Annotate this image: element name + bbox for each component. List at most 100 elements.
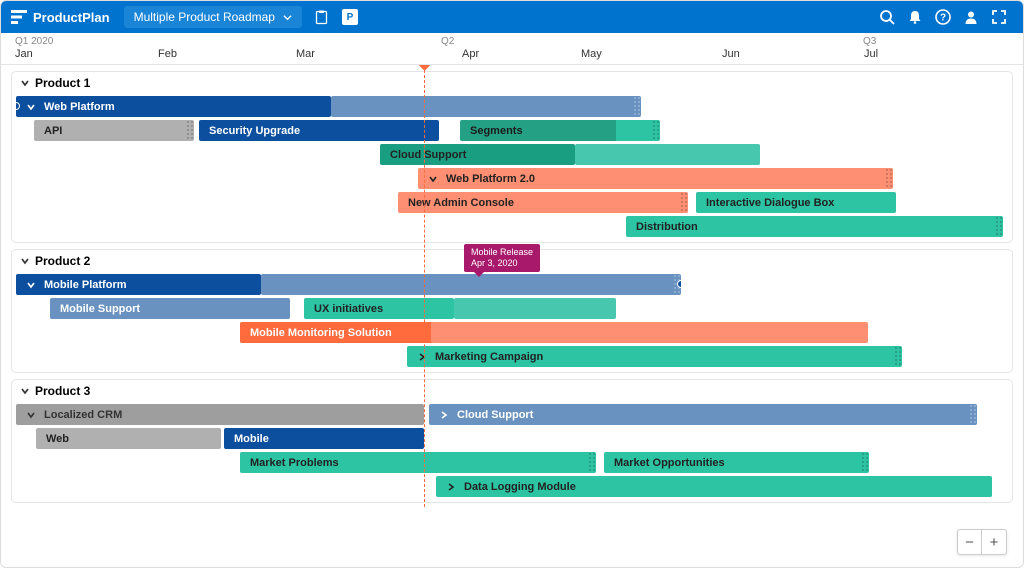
roadmap-bar[interactable]: Security Upgrade bbox=[199, 120, 439, 141]
roadmap-bar[interactable] bbox=[261, 274, 681, 295]
account-button[interactable] bbox=[957, 3, 985, 31]
bar-label: Market Opportunities bbox=[614, 457, 725, 469]
month-label: Jan bbox=[15, 48, 33, 60]
timeline-row: Web Platform bbox=[12, 96, 1012, 118]
timeline-row: Web Mobile bbox=[12, 428, 1012, 450]
bar-label: Web Platform bbox=[44, 101, 115, 113]
bar-label: Mobile bbox=[234, 433, 269, 445]
timeline-row: Market Problems Market Opportunities bbox=[12, 452, 1012, 474]
timeline-row: Mobile Platform bbox=[12, 274, 1012, 296]
lane-header[interactable]: Product 1 bbox=[12, 72, 1012, 94]
timeline-row: Mobile Support UX initiatives bbox=[12, 298, 1012, 320]
resize-grip-icon[interactable] bbox=[186, 120, 194, 141]
lane-title: Product 1 bbox=[35, 76, 90, 90]
timeline-row: Distribution bbox=[12, 216, 1012, 238]
roadmap-bar[interactable]: UX initiatives bbox=[304, 298, 454, 319]
bar-label: Interactive Dialogue Box bbox=[706, 197, 834, 209]
roadmap-bar[interactable]: API bbox=[34, 120, 194, 141]
chevron-down-icon bbox=[20, 78, 30, 88]
roadmap-bar[interactable]: Web bbox=[36, 428, 221, 449]
user-icon bbox=[963, 9, 979, 25]
link-handle-icon[interactable] bbox=[16, 102, 20, 110]
roadmap-bar[interactable]: Marketing Campaign bbox=[407, 346, 902, 367]
resize-grip-icon[interactable] bbox=[633, 96, 641, 117]
roadmap-bar[interactable]: Cloud Support bbox=[380, 144, 575, 165]
bar-label: Security Upgrade bbox=[209, 125, 300, 137]
parking-lot-button[interactable]: P bbox=[342, 9, 358, 25]
resize-grip-icon[interactable] bbox=[885, 168, 893, 189]
timeline-row: Localized CRMCloud Support bbox=[12, 404, 1012, 426]
brand-logo[interactable]: ProductPlan bbox=[11, 10, 110, 25]
roadmap-bar[interactable]: Mobile bbox=[224, 428, 424, 449]
roadmap-bar[interactable]: Web Platform bbox=[16, 96, 331, 117]
roadmap-bar[interactable]: Distribution bbox=[626, 216, 1003, 237]
roadmap-bar[interactable] bbox=[431, 322, 868, 343]
roadmap-bar[interactable]: Market Problems bbox=[240, 452, 596, 473]
expand-icon bbox=[991, 9, 1007, 25]
roadmap-bar[interactable]: Localized CRM bbox=[16, 404, 424, 425]
bar-label: Data Logging Module bbox=[464, 481, 576, 493]
timeline-row: Web Platform 2.0 bbox=[12, 168, 1012, 190]
productplan-logo-icon bbox=[11, 10, 27, 24]
timeline-row: New Admin Console Interactive Dialogue Bo… bbox=[12, 192, 1012, 214]
milestone-title: Mobile Release bbox=[471, 247, 533, 258]
roadmap-bar[interactable]: Mobile Monitoring Solution bbox=[240, 322, 433, 343]
bell-icon bbox=[907, 9, 923, 25]
zoom-out-button[interactable]: − bbox=[958, 530, 982, 554]
bar-label: Web bbox=[46, 433, 69, 445]
resize-grip-icon[interactable] bbox=[652, 120, 660, 141]
bar-label: New Admin Console bbox=[408, 197, 514, 209]
help-button[interactable]: ? bbox=[929, 3, 957, 31]
link-handle-icon[interactable] bbox=[677, 280, 681, 288]
milestone-date: Apr 3, 2020 bbox=[471, 258, 533, 269]
roadmap-bar[interactable] bbox=[575, 144, 760, 165]
lane-header[interactable]: Product 3 bbox=[12, 380, 1012, 402]
roadmap-bar[interactable]: Segments bbox=[460, 120, 660, 141]
resize-grip-icon[interactable] bbox=[894, 346, 902, 367]
roadmap-bar[interactable] bbox=[331, 96, 641, 117]
roadmap-bar[interactable] bbox=[454, 298, 616, 319]
caret-down-icon bbox=[283, 13, 292, 22]
svg-text:?: ? bbox=[940, 13, 946, 24]
milestone-flag[interactable]: Mobile ReleaseApr 3, 2020 bbox=[464, 244, 540, 272]
chevron-down-icon bbox=[20, 386, 30, 396]
timeline-row: Cloud Support bbox=[12, 144, 1012, 166]
notifications-button[interactable] bbox=[901, 3, 929, 31]
roadmap-bar[interactable]: Web Platform 2.0 bbox=[418, 168, 893, 189]
fullscreen-button[interactable] bbox=[985, 3, 1013, 31]
roadmap-bar[interactable]: Market Opportunities bbox=[604, 452, 869, 473]
roadmap-bar[interactable]: Cloud Support bbox=[429, 404, 977, 425]
roadmap-bar[interactable]: Mobile Support bbox=[50, 298, 290, 319]
lane-title: Product 3 bbox=[35, 384, 90, 398]
bar-label: Segments bbox=[470, 125, 523, 137]
lane-title: Product 2 bbox=[35, 254, 90, 268]
bar-label: Market Problems bbox=[250, 457, 339, 469]
bar-label: Mobile Monitoring Solution bbox=[250, 327, 392, 339]
roadmap-bar[interactable]: Data Logging Module bbox=[436, 476, 992, 497]
roadmap-selector[interactable]: Multiple Product Roadmap bbox=[124, 6, 302, 28]
quarter-label: Q2 bbox=[441, 36, 454, 47]
zoom-in-button[interactable]: + bbox=[982, 530, 1006, 554]
bar-label: Web Platform 2.0 bbox=[446, 173, 535, 185]
roadmap-bar[interactable]: Mobile Platform bbox=[16, 274, 261, 295]
clipboard-button[interactable] bbox=[312, 7, 332, 27]
roadmap-bar[interactable]: Interactive Dialogue Box bbox=[696, 192, 896, 213]
resize-grip-icon[interactable] bbox=[680, 192, 688, 213]
resize-grip-icon[interactable] bbox=[995, 216, 1003, 237]
resize-grip-icon[interactable] bbox=[861, 452, 869, 473]
resize-grip-icon[interactable] bbox=[588, 452, 596, 473]
timeline-header: Q1 2020Q2Q3JanFebMarAprMayJunJul bbox=[1, 33, 1023, 65]
bar-label: Mobile Platform bbox=[44, 279, 127, 291]
quarter-label: Q1 2020 bbox=[15, 36, 53, 47]
chevron-down-icon bbox=[20, 256, 30, 266]
timeline-row: Marketing Campaign bbox=[12, 346, 1012, 368]
quarter-label: Q3 bbox=[863, 36, 876, 47]
resize-grip-icon[interactable] bbox=[969, 404, 977, 425]
month-label: May bbox=[581, 48, 602, 60]
bar-label: Distribution bbox=[636, 221, 698, 233]
search-button[interactable] bbox=[873, 3, 901, 31]
bar-label: UX initiatives bbox=[314, 303, 383, 315]
month-label: Feb bbox=[158, 48, 177, 60]
roadmap-bar[interactable]: New Admin Console bbox=[398, 192, 688, 213]
roadmap-body: Product 1 Web Platform API Security Upgrade… bbox=[1, 65, 1023, 567]
